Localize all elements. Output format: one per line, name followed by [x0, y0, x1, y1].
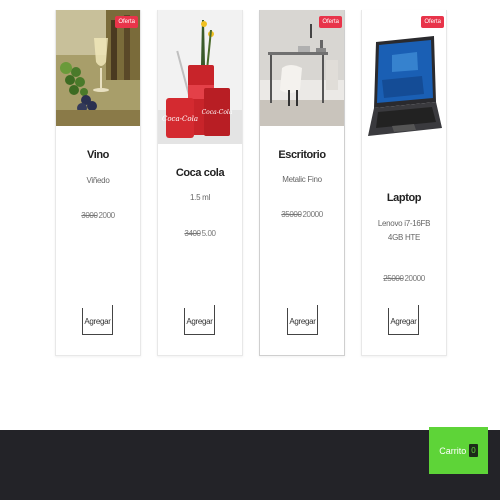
product-price: 34005.00: [158, 229, 242, 238]
product-price: 3500020000: [260, 210, 344, 219]
old-price: 3400: [184, 229, 201, 238]
product-card-coca-cola: Coca-Cola Coca-Cola Coca cola 1.5 ml 340…: [157, 10, 243, 356]
product-name: Laptop: [386, 192, 422, 204]
footer: [0, 430, 500, 500]
svg-text:Coca-Cola: Coca-Cola: [162, 115, 198, 123]
current-price: 2000: [98, 211, 116, 220]
product-card-escritorio: Oferta Escritorio Metalic Fino 350002000…: [259, 10, 345, 356]
offer-badge: Oferta: [319, 16, 342, 28]
old-price: 25000: [383, 274, 404, 283]
product-card-vino: Oferta Vino Viñedo 30002000 Agregar: [55, 10, 141, 356]
add-to-cart-button[interactable]: Agregar: [82, 305, 113, 335]
product-image: Coca-Cola Coca-Cola: [158, 10, 242, 144]
add-to-cart-button[interactable]: Agregar: [388, 305, 419, 335]
old-price: 3000: [81, 211, 98, 220]
product-description: Viñedo: [86, 176, 110, 185]
svg-text:Coca-Cola: Coca-Cola: [202, 109, 233, 116]
product-image: Oferta: [362, 10, 446, 170]
product-name: Vino: [86, 149, 110, 161]
add-to-cart-button[interactable]: Agregar: [184, 305, 215, 335]
product-description: 1.5 ml: [190, 193, 210, 202]
product-price: 2500020000: [362, 274, 446, 283]
offer-badge: Oferta: [115, 16, 138, 28]
current-price: 20000: [302, 210, 324, 219]
add-to-cart-button[interactable]: Agregar: [287, 305, 318, 335]
old-price: 35000: [281, 210, 302, 219]
product-description: Metalic Fino: [282, 175, 322, 184]
cart-count-badge: 0: [469, 444, 478, 457]
product-card-laptop: Oferta Laptop Lenovo i7-16FB 4GB HTE 250…: [361, 10, 447, 356]
cart-button[interactable]: Carrito 0: [429, 427, 488, 474]
current-price: 5.00: [201, 229, 216, 238]
laptop-image: [362, 10, 446, 170]
product-name: Escritorio: [278, 149, 326, 161]
current-price: 20000: [404, 274, 426, 283]
product-name: Coca cola: [175, 167, 225, 179]
coca-cola-image: Coca-Cola Coca-Cola: [158, 10, 242, 144]
cart-label: Carrito: [439, 445, 467, 456]
product-price: 30002000: [56, 211, 140, 220]
product-image: Oferta: [260, 10, 344, 126]
offer-badge: Oferta: [421, 16, 444, 28]
product-image: Oferta: [56, 10, 140, 126]
product-description: Lenovo i7-16FB 4GB HTE: [377, 219, 431, 242]
